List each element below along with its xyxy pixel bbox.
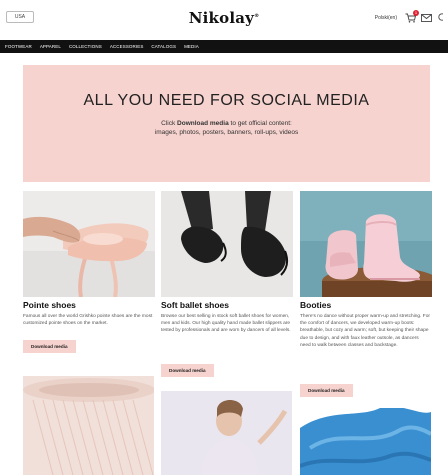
nav-item-collections[interactable]: COLLECTIONS	[69, 44, 102, 49]
download-media-button[interactable]: Download media	[161, 364, 214, 377]
ribbons-image[interactable]	[23, 376, 154, 475]
main-nav: FOOTWEAR APPAREL COLLECTIONS ACCESSORIES…	[0, 40, 448, 53]
booties-image[interactable]	[300, 191, 432, 297]
soft-ballet-shoes-image[interactable]	[161, 191, 293, 297]
card-title: Booties	[300, 300, 332, 310]
nav-item-apparel[interactable]: APPAREL	[40, 44, 61, 49]
mail-icon[interactable]	[421, 14, 432, 22]
card-description: Browse our best selling in stock soft ba…	[161, 314, 291, 334]
language-selector[interactable]: Polski(en)	[375, 15, 397, 21]
pointe-shoes-image[interactable]	[23, 191, 155, 297]
hero-subtitle-suffix: to get official content:	[228, 120, 292, 127]
hero-title: ALL YOU NEED FOR SOCIAL MEDIA	[83, 92, 370, 109]
top-bar: USA Nikolay® Polski(en) 1	[0, 0, 448, 40]
cart-icon[interactable]: 1	[405, 10, 419, 23]
logo-mark: ®	[254, 13, 260, 19]
hero-subtitle-prefix: Click	[161, 120, 178, 127]
apparel-image[interactable]	[161, 391, 292, 475]
hero-banner: ALL YOU NEED FOR SOCIAL MEDIA Click Down…	[23, 65, 430, 182]
download-media-button[interactable]: Download media	[300, 384, 353, 397]
search-icon[interactable]	[437, 9, 446, 27]
fabric-image[interactable]	[300, 408, 431, 475]
download-media-button[interactable]: Download media	[23, 340, 76, 353]
hero-subtitle-bold: Download media	[177, 120, 229, 127]
nav-item-media[interactable]: MEDIA	[184, 44, 199, 49]
hero-content-types: images, photos, posters, banners, roll-u…	[154, 129, 299, 136]
card-description: Famous all over the world Grishko pointe…	[23, 314, 153, 327]
nav-item-footwear[interactable]: FOOTWEAR	[5, 44, 32, 49]
card-description: There's no dance without proper warm-up …	[300, 314, 430, 348]
nav-item-accessories[interactable]: ACCESSORIES	[110, 44, 144, 49]
cart-badge: 1	[413, 10, 419, 16]
nav-item-catalogs[interactable]: CATALOGS	[151, 44, 176, 49]
logo-text: Nikolay	[188, 9, 255, 27]
card-title: Pointe shoes	[23, 300, 76, 310]
card-title: Soft ballet shoes	[161, 300, 230, 310]
hero-subtitle: Click Download media to get official con…	[23, 120, 430, 127]
header-actions: Polski(en) 1	[375, 9, 448, 27]
